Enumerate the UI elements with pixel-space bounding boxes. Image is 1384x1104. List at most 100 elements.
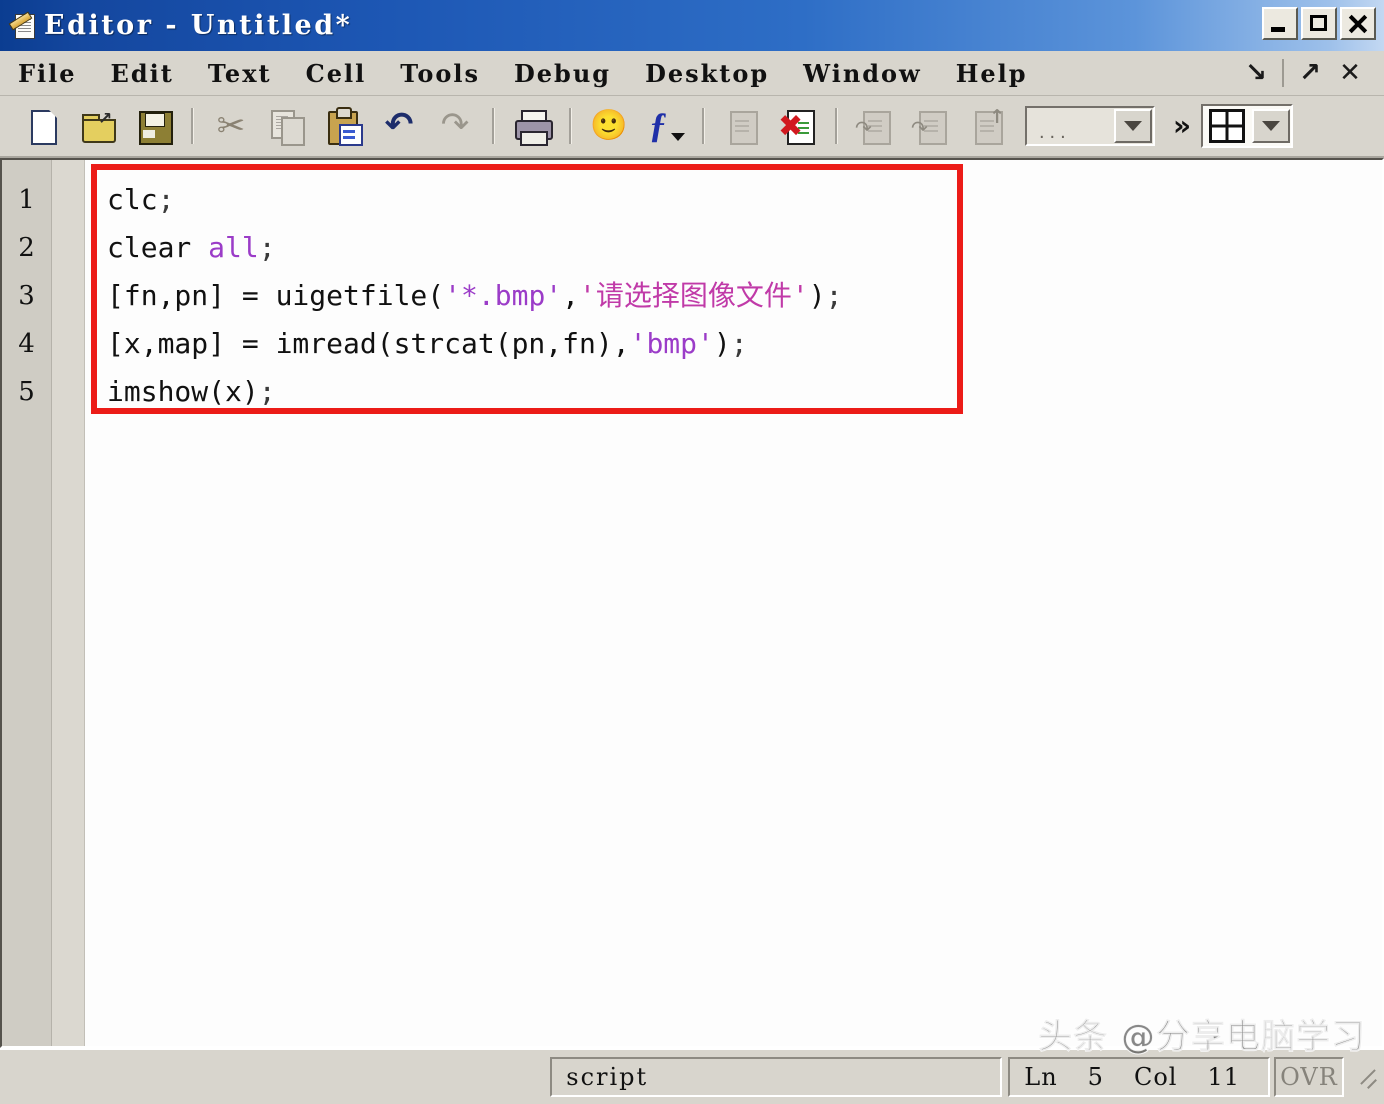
chevron-down-icon[interactable] — [1114, 109, 1152, 143]
step-in-button[interactable]: ↷ — [903, 101, 959, 151]
cut-button[interactable]: ✂ — [203, 101, 259, 151]
code-token: [fn,pn] = uigetfile( — [107, 279, 445, 312]
step-button[interactable]: ↷ — [847, 101, 903, 151]
menu-item-file[interactable]: File — [18, 59, 77, 88]
clear-breakpoints-icon: ✖ — [778, 106, 818, 146]
toolbar-overflow-button[interactable]: » — [1173, 112, 1191, 140]
toolbar-divider — [702, 108, 705, 144]
editor-area[interactable]: 1 2 3 4 5 clc; clear all; [fn,pn] = uige… — [0, 158, 1384, 1048]
code-token: ) — [713, 327, 731, 360]
watermark-text: 头条 @分享电脑学习 — [1038, 1017, 1366, 1058]
function-browser-icon: ƒ — [645, 105, 685, 146]
code-token: [x,map] = imread(strcat(pn,fn), — [107, 327, 630, 360]
dock-arrow-icon[interactable]: ↘ — [1236, 60, 1276, 86]
code-token: imshow(x) — [107, 375, 259, 408]
menu-item-cell[interactable]: Cell — [306, 59, 367, 88]
cursor-position-status: Ln 5 Col 11 — [1008, 1057, 1270, 1097]
undock-arrow-icon[interactable]: ↗ — [1290, 60, 1330, 86]
editor-document-pencil-icon — [8, 11, 38, 41]
menu-item-window[interactable]: Window — [803, 59, 922, 88]
menu-item-desktop[interactable]: Desktop — [645, 59, 769, 88]
menu-item-edit[interactable]: Edit — [111, 59, 174, 88]
code-line[interactable]: clc; — [85, 176, 1382, 224]
clear-breakpoints-button[interactable]: ✖ — [770, 101, 826, 151]
stack-combo[interactable]: ... — [1025, 106, 1155, 146]
toolbar-divider — [569, 108, 572, 144]
editor-window: Editor - Untitled* File Edit Text Cell T… — [0, 0, 1384, 1104]
line-number: 2 — [18, 233, 35, 263]
chevron-down-icon[interactable] — [1252, 109, 1291, 143]
new-file-icon — [22, 106, 62, 146]
step-in-icon: ↷ — [911, 106, 951, 146]
redo-button[interactable]: ↷ — [427, 101, 483, 151]
set-breakpoint-icon — [722, 106, 762, 146]
redo-icon: ↷ — [440, 105, 470, 145]
line-number: 3 — [18, 281, 35, 311]
open-file-icon: ↗ — [78, 106, 118, 146]
code-token: '请选择图像文件' — [579, 279, 809, 312]
stack-combo-value: ... — [1039, 121, 1071, 143]
code-token: all — [208, 231, 259, 264]
menu-bar: File Edit Text Cell Tools Debug Desktop … — [0, 51, 1384, 96]
toolbar: ↗ ✂ ↶ ↷ 🙂 ƒ ✖ ↷ ↷ ↑ ... » — [0, 96, 1384, 158]
code-token: clear — [107, 231, 209, 264]
file-type-status: script — [550, 1057, 1003, 1097]
copy-icon — [267, 106, 307, 146]
code-token: , — [562, 279, 580, 312]
maximize-button[interactable] — [1301, 7, 1337, 40]
print-icon — [512, 106, 553, 146]
minimize-button[interactable] — [1262, 7, 1298, 40]
col-label: Col — [1133, 1063, 1178, 1091]
save-file-button[interactable] — [126, 101, 182, 151]
code-line[interactable]: [x,map] = imread(strcat(pn,fn),'bmp'); — [85, 320, 1382, 368]
line-value: 5 — [1087, 1063, 1104, 1091]
toolbar-divider — [191, 108, 194, 144]
menu-item-tools[interactable]: Tools — [400, 59, 480, 88]
undo-icon: ↶ — [384, 105, 414, 145]
toolbar-divider — [492, 108, 495, 144]
print-button[interactable] — [504, 101, 560, 151]
code-line[interactable]: [fn,pn] = uigetfile('*.bmp','请选择图像文件'); — [85, 272, 1382, 320]
step-out-button[interactable]: ↑ — [959, 101, 1015, 151]
code-token: ; — [258, 231, 276, 264]
code-token: ; — [258, 375, 276, 408]
function-browser-button[interactable]: ƒ — [637, 101, 693, 151]
menu-item-help[interactable]: Help — [956, 59, 1028, 88]
col-value: 11 — [1207, 1063, 1240, 1091]
code-line[interactable]: clear all; — [85, 224, 1382, 272]
code-token: ; — [730, 327, 748, 360]
find-button[interactable]: 🙂 — [581, 101, 637, 151]
open-file-button[interactable]: ↗ — [70, 101, 126, 151]
close-button[interactable] — [1340, 7, 1376, 40]
menu-item-debug[interactable]: Debug — [514, 59, 611, 88]
window-title: Editor - Untitled* — [44, 10, 353, 41]
layout-split-button[interactable] — [1201, 104, 1294, 148]
menu-divider — [1282, 59, 1284, 87]
line-number-gutter: 1 2 3 4 5 — [2, 160, 52, 1046]
line-number: 5 — [18, 377, 35, 407]
code-text-area[interactable]: clc; clear all; [fn,pn] = uigetfile('*.b… — [85, 160, 1382, 1046]
set-breakpoint-button[interactable] — [714, 101, 770, 151]
find-icon: 🙂 — [590, 108, 628, 143]
line-number: 4 — [18, 329, 35, 359]
step-out-icon: ↑ — [967, 106, 1007, 146]
overwrite-mode-status[interactable]: OVR — [1274, 1057, 1344, 1097]
code-token: 'bmp' — [629, 327, 714, 360]
close-document-icon[interactable]: ✕ — [1330, 60, 1370, 86]
toolbar-divider — [835, 108, 838, 144]
menu-bar-right-controls: ↘ ↗ ✕ — [1236, 51, 1370, 95]
paste-button[interactable] — [315, 101, 371, 151]
line-label: Ln — [1024, 1063, 1058, 1091]
new-file-button[interactable] — [14, 101, 70, 151]
paste-icon — [323, 106, 363, 146]
undo-button[interactable]: ↶ — [371, 101, 427, 151]
code-token: clc — [107, 183, 158, 216]
code-line[interactable]: imshow(x); — [85, 368, 1382, 416]
title-bar: Editor - Untitled* — [0, 0, 1384, 51]
menu-item-text[interactable]: Text — [208, 59, 272, 88]
copy-button[interactable] — [259, 101, 315, 151]
resize-grip[interactable] — [1352, 1064, 1378, 1090]
code-token: '*.bmp' — [444, 279, 563, 312]
code-folding-column[interactable] — [52, 160, 85, 1046]
window-controls — [1262, 7, 1376, 40]
